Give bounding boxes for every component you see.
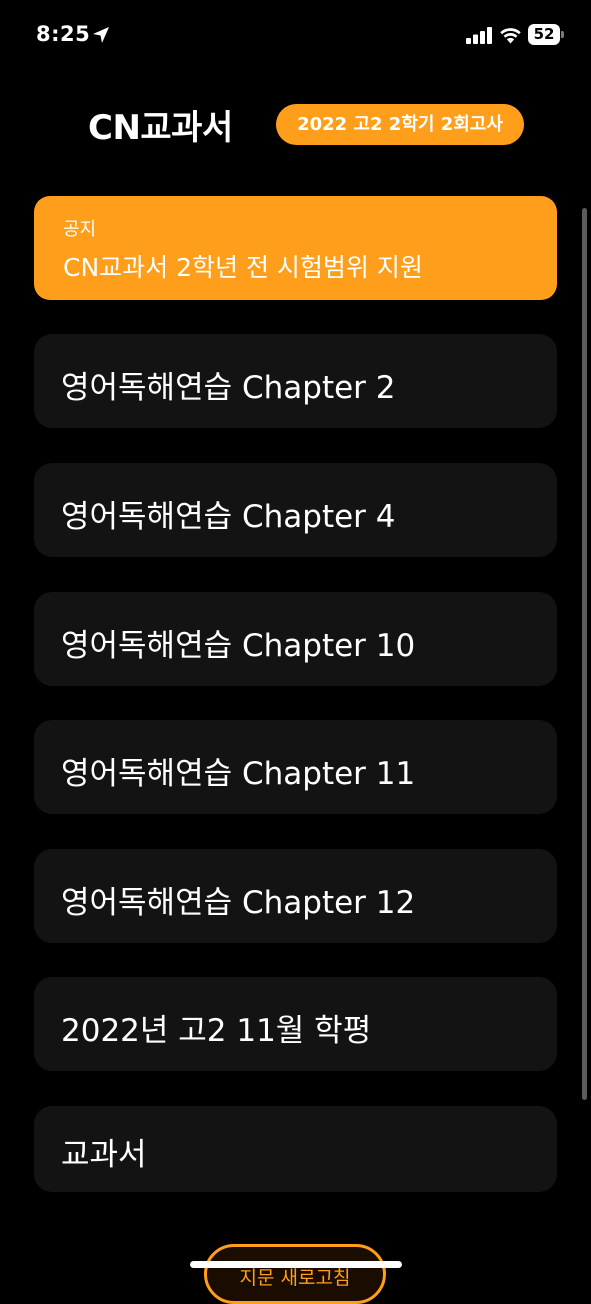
list-item-label: 영어독해연습 Chapter 12 (61, 885, 416, 921)
list-item-label: 영어독해연습 Chapter 2 (61, 370, 396, 406)
list-item-label: 영어독해연습 Chapter 10 (61, 628, 416, 664)
status-time: 8:25 (36, 22, 91, 46)
list-item-mock-exam[interactable]: 2022년 고2 11월 학평 (34, 977, 557, 1071)
notice-text: CN교과서 2학년 전 시험범위 지원 (63, 253, 423, 282)
list-item-label: 교과서 (61, 1137, 147, 1173)
battery-level: 52 (528, 24, 560, 45)
list-item-textbook[interactable]: 교과서 (34, 1106, 557, 1192)
list-item-label: 영어독해연습 Chapter 4 (61, 499, 396, 535)
battery-nub (561, 31, 564, 38)
list-item-chapter-11[interactable]: 영어독해연습 Chapter 11 (34, 720, 557, 814)
home-indicator[interactable] (190, 1261, 402, 1268)
location-arrow-icon (93, 27, 109, 43)
cellular-signal-icon (466, 27, 492, 44)
notice-label: 공지 (63, 219, 97, 240)
app-title: CN교과서 (88, 108, 233, 148)
status-bar: 8:25 52 (0, 0, 591, 70)
refresh-passage-button[interactable]: 지문 새로고침 (204, 1244, 386, 1304)
list-item-chapter-10[interactable]: 영어독해연습 Chapter 10 (34, 592, 557, 686)
list-item-label: 2022년 고2 11월 학평 (61, 1013, 372, 1049)
list-item-chapter-12[interactable]: 영어독해연습 Chapter 12 (34, 849, 557, 943)
wifi-icon (500, 28, 521, 44)
exam-select-button[interactable]: 2022 고2 2학기 2회고사 (276, 104, 524, 145)
notice-banner[interactable]: 공지 CN교과서 2학년 전 시험범위 지원 (34, 196, 557, 300)
list-item-chapter-4[interactable]: 영어독해연습 Chapter 4 (34, 463, 557, 557)
list-item-chapter-2[interactable]: 영어독해연습 Chapter 2 (34, 334, 557, 428)
scrollbar[interactable] (582, 208, 587, 1100)
battery-indicator: 52 (528, 24, 564, 45)
list-item-label: 영어독해연습 Chapter 11 (61, 756, 416, 792)
